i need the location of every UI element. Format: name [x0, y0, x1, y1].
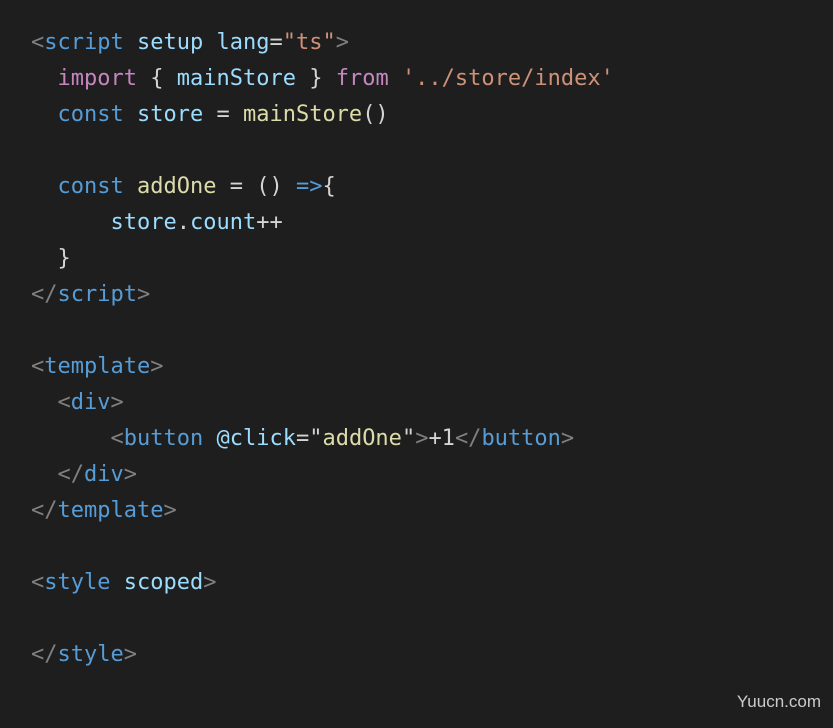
code-token: style	[57, 642, 124, 667]
code-line: </div>	[31, 457, 833, 493]
code-token: >	[150, 354, 164, 379]
code-block: <script setup lang="ts"> import { mainSt…	[31, 25, 833, 673]
code-token: </	[31, 642, 58, 667]
code-token: }	[31, 246, 71, 271]
code-line: <style scoped>	[31, 565, 833, 601]
code-token: div	[70, 390, 111, 415]
code-token: addOne	[136, 174, 217, 199]
code-token: lang	[216, 30, 270, 55]
code-token: {	[322, 174, 336, 199]
code-line: <script setup lang="ts">	[31, 25, 833, 61]
code-token: scoped	[123, 570, 204, 595]
code-token: "ts"	[282, 30, 336, 55]
code-token: >	[560, 426, 575, 451]
code-token: <	[110, 426, 124, 451]
code-line: <template>	[31, 349, 833, 385]
code-token: >	[203, 570, 217, 595]
code-token: script	[44, 30, 124, 55]
code-token: =>	[295, 174, 323, 199]
code-token: >	[110, 390, 124, 415]
code-line: import { mainStore } from '../store/inde…	[31, 61, 833, 97]
code-line: </template>	[31, 493, 833, 529]
code-token: div	[84, 462, 124, 487]
code-token: template	[44, 354, 151, 379]
code-token: = ()	[216, 174, 296, 199]
code-line: <div>	[31, 385, 833, 421]
code-token: addOne	[322, 426, 402, 451]
code-token: </	[31, 282, 58, 307]
code-line: </script>	[31, 277, 833, 313]
code-editor[interactable]: <script setup lang="ts"> import { mainSt…	[31, 25, 833, 728]
code-token: style	[44, 570, 111, 595]
code-token: import	[57, 66, 137, 91]
code-token: >	[415, 426, 429, 451]
code-token: </	[454, 426, 482, 451]
code-token: >	[335, 30, 349, 55]
code-token: =	[269, 30, 283, 55]
code-token: mainStore	[176, 66, 296, 91]
code-line: store.count++	[31, 205, 833, 241]
code-token: const	[57, 174, 124, 199]
code-token: <	[31, 30, 45, 55]
code-token: '../store/index'	[401, 66, 614, 91]
code-token: >	[123, 462, 137, 487]
code-token: script	[57, 282, 137, 307]
code-token: button	[123, 426, 204, 451]
code-token: "	[401, 426, 416, 451]
code-token: <	[31, 354, 45, 379]
code-token: </	[31, 498, 58, 523]
code-token: >	[163, 498, 177, 523]
code-line: <button @click="addOne">+1</button>	[31, 421, 833, 457]
code-token: }	[295, 66, 336, 91]
code-token: from	[335, 66, 389, 91]
code-token: mainStore	[242, 102, 363, 127]
code-token: ="	[295, 426, 323, 451]
code-line: </style>	[31, 637, 833, 673]
code-token: const	[57, 102, 124, 127]
code-token: +1	[428, 426, 455, 451]
watermark: Yuucn.com	[736, 692, 821, 711]
code-token: <	[57, 390, 71, 415]
code-token: ++	[256, 210, 283, 235]
code-token: button	[481, 426, 561, 451]
code-token: setup	[136, 30, 204, 55]
code-token: count	[189, 210, 257, 235]
code-line: const addOne = () =>{	[31, 169, 833, 205]
code-token: </	[57, 462, 85, 487]
code-token: .	[176, 210, 190, 235]
code-token: store	[136, 102, 204, 127]
code-token: store	[110, 210, 177, 235]
code-token: {	[136, 66, 177, 91]
code-line: }	[31, 241, 833, 277]
code-token: @click	[216, 426, 296, 451]
code-token: ()	[362, 102, 389, 127]
code-token: template	[57, 498, 164, 523]
code-token: =	[203, 102, 243, 127]
code-token: >	[136, 282, 151, 307]
code-token: >	[123, 642, 137, 667]
code-line: const store = mainStore()	[31, 97, 833, 133]
code-token: <	[31, 570, 45, 595]
